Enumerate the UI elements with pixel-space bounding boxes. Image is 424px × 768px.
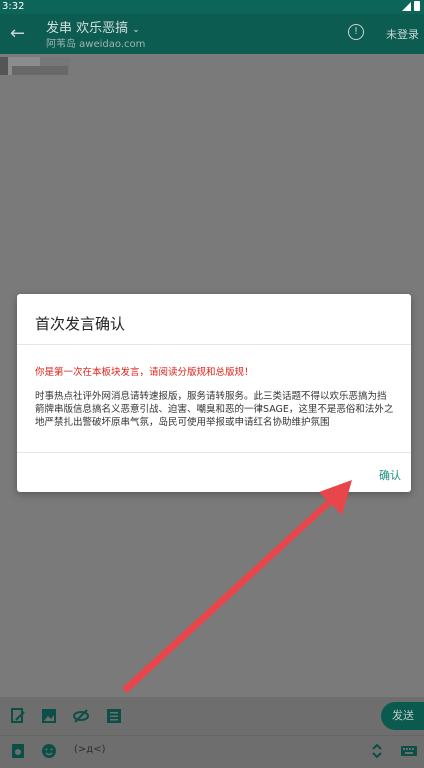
kaomoji-button[interactable]: (>д<) xyxy=(74,744,105,755)
keyboard-icon[interactable] xyxy=(401,743,417,759)
emoji-icon[interactable] xyxy=(41,743,57,759)
annotation-arrow xyxy=(122,480,352,693)
arrow-shaft xyxy=(122,498,333,693)
send-button[interactable]: 发送 xyxy=(381,702,424,730)
compose-toolbar xyxy=(0,697,424,735)
input-toolbar xyxy=(0,735,424,768)
list-icon[interactable] xyxy=(106,708,122,724)
hide-eye-icon[interactable] xyxy=(73,708,89,724)
edit-icon[interactable] xyxy=(10,708,26,724)
picture-icon[interactable] xyxy=(10,743,26,759)
expand-icon[interactable] xyxy=(369,743,385,759)
image-icon[interactable] xyxy=(41,708,57,724)
